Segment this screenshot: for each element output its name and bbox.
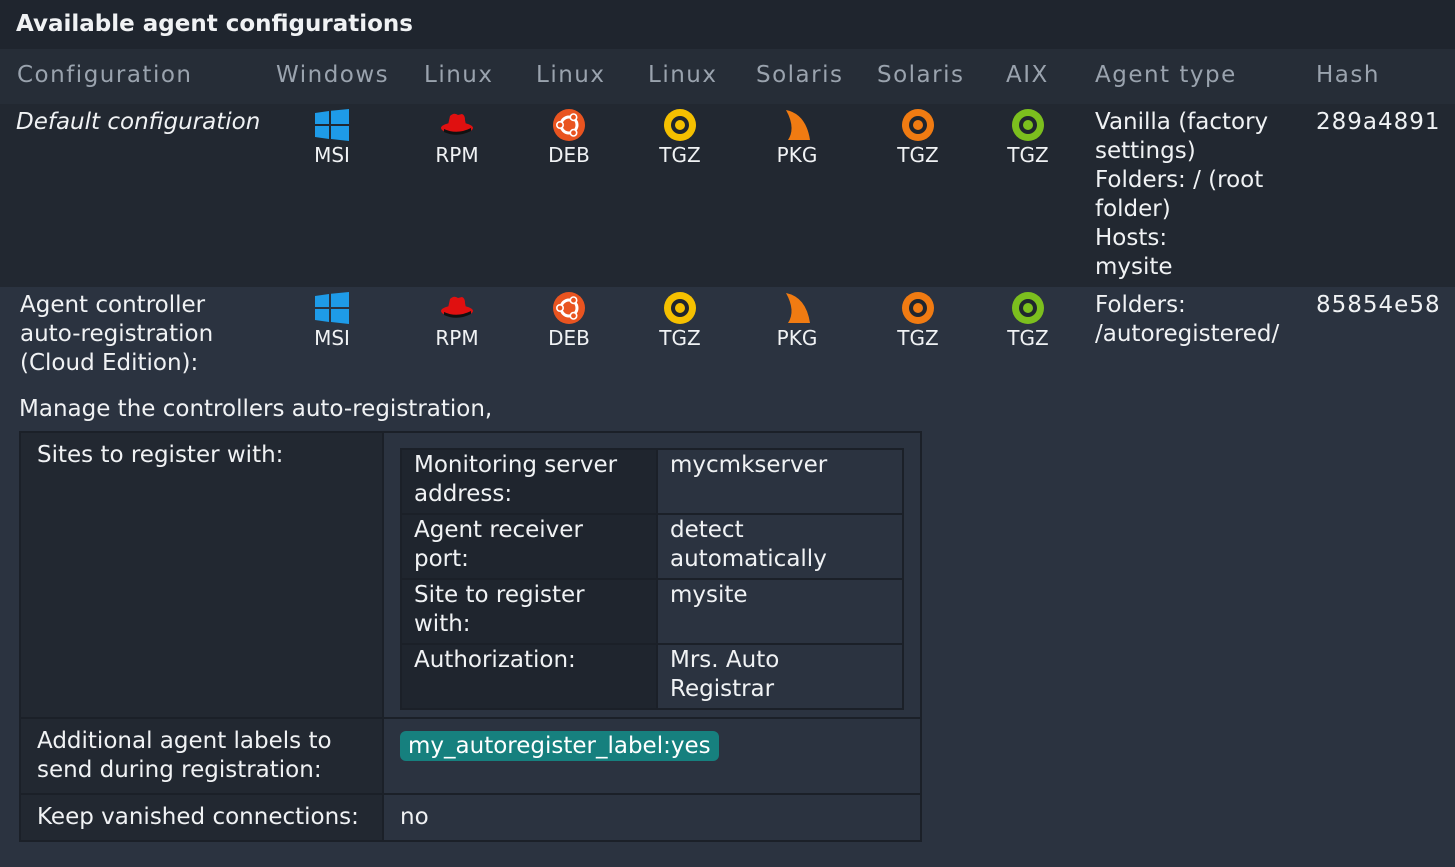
- download-linux-rpm[interactable]: RPM: [402, 108, 512, 167]
- site-value: Mrs. Auto Registrar: [656, 643, 904, 710]
- autoregistration-details: Sites to register with: Monitoring serve…: [19, 431, 922, 842]
- package-label: TGZ: [1007, 326, 1049, 350]
- site-key: Monitoring server address:: [400, 448, 658, 515]
- header-linux-rpm[interactable]: Linux: [424, 62, 493, 88]
- ubuntu-logo-icon: [553, 109, 585, 141]
- package-label: TGZ: [1007, 143, 1049, 167]
- site-value: mycmkserver: [656, 448, 904, 515]
- download-windows-msi[interactable]: MSI: [277, 108, 387, 167]
- tgz-archive-icon: [1012, 109, 1044, 141]
- download-linux-tgz[interactable]: TGZ: [625, 291, 735, 350]
- download-aix-tgz[interactable]: TGZ: [973, 291, 1083, 350]
- tgz-archive-icon: [1012, 292, 1044, 324]
- windows-logo-icon: [315, 109, 349, 141]
- table-row-default: Default configuration MSI RPM DEB TGZ PK…: [0, 104, 1455, 287]
- table-header: Configuration Windows Linux Linux Linux …: [0, 49, 1455, 104]
- labels-value: my_autoregister_label:yes: [382, 717, 922, 795]
- header-solaris-pkg[interactable]: Solaris: [756, 62, 844, 88]
- ubuntu-logo-icon: [553, 292, 585, 324]
- package-label: RPM: [435, 143, 479, 167]
- download-linux-tgz[interactable]: TGZ: [625, 108, 735, 167]
- sites-label: Sites to register with:: [19, 431, 384, 719]
- header-configuration[interactable]: Configuration: [17, 62, 192, 88]
- site-value: mysite: [656, 578, 904, 645]
- download-aix-tgz[interactable]: TGZ: [973, 108, 1083, 167]
- sites-value: Monitoring server address: mycmkserver A…: [382, 431, 922, 719]
- redhat-logo-icon: [441, 296, 473, 318]
- site-key: Site to register with:: [400, 578, 658, 645]
- tgz-archive-icon: [664, 292, 696, 324]
- package-label: MSI: [314, 143, 350, 167]
- solaris-logo-icon: [786, 110, 810, 140]
- package-label: TGZ: [897, 143, 939, 167]
- package-label: RPM: [435, 326, 479, 350]
- package-label: DEB: [548, 326, 590, 350]
- agent-type-text: Folders: /autoregistered/: [1095, 292, 1280, 347]
- header-solaris-tgz[interactable]: Solaris: [877, 62, 965, 88]
- keep-connections-label: Keep vanished connections:: [19, 793, 384, 842]
- download-solaris-tgz[interactable]: TGZ: [863, 291, 973, 350]
- tgz-archive-icon: [664, 109, 696, 141]
- labels-label: Additional agent labels to send during r…: [19, 717, 384, 795]
- autoregistration-intro: Manage the controllers auto-registration…: [19, 396, 493, 422]
- config-name: Default configuration: [16, 109, 261, 135]
- header-linux-deb[interactable]: Linux: [536, 62, 605, 88]
- download-linux-deb[interactable]: DEB: [514, 108, 624, 167]
- config-hash: 85854e58: [1316, 292, 1441, 318]
- config-hash: 289a4891: [1316, 109, 1441, 135]
- agent-type-text: Vanilla (factory settings) Folders: / (r…: [1095, 109, 1269, 280]
- package-label: PKG: [776, 143, 818, 167]
- header-aix[interactable]: AIX: [1006, 62, 1049, 88]
- download-solaris-tgz[interactable]: TGZ: [863, 108, 973, 167]
- tgz-archive-icon: [902, 292, 934, 324]
- header-windows[interactable]: Windows: [276, 62, 389, 88]
- solaris-logo-icon: [786, 293, 810, 323]
- package-label: TGZ: [897, 326, 939, 350]
- header-hash[interactable]: Hash: [1316, 62, 1380, 88]
- header-agent-type[interactable]: Agent type: [1095, 62, 1237, 88]
- windows-logo-icon: [315, 292, 349, 324]
- keep-connections-value: no: [382, 793, 922, 842]
- table-row-autoregistration: Agent controller auto-registration (Clou…: [0, 287, 1455, 387]
- panel-title: Available agent configurations: [0, 0, 1455, 49]
- download-linux-rpm[interactable]: RPM: [402, 291, 512, 350]
- site-key: Authorization:: [400, 643, 658, 710]
- package-label: TGZ: [659, 326, 701, 350]
- package-label: DEB: [548, 143, 590, 167]
- header-linux-tgz[interactable]: Linux: [648, 62, 717, 88]
- sites-table: Monitoring server address: mycmkserver A…: [400, 448, 904, 710]
- download-solaris-pkg[interactable]: PKG: [742, 108, 852, 167]
- package-label: TGZ: [659, 143, 701, 167]
- tgz-archive-icon: [902, 109, 934, 141]
- site-key: Agent receiver port:: [400, 513, 658, 580]
- redhat-logo-icon: [441, 113, 473, 135]
- site-value: detect automatically: [656, 513, 904, 580]
- agent-label-chip[interactable]: my_autoregister_label:yes: [400, 731, 719, 761]
- config-name: Agent controller auto-registration (Clou…: [20, 292, 214, 376]
- download-linux-deb[interactable]: DEB: [514, 291, 624, 350]
- package-label: MSI: [314, 326, 350, 350]
- download-windows-msi[interactable]: MSI: [277, 291, 387, 350]
- download-solaris-pkg[interactable]: PKG: [742, 291, 852, 350]
- package-label: PKG: [776, 326, 818, 350]
